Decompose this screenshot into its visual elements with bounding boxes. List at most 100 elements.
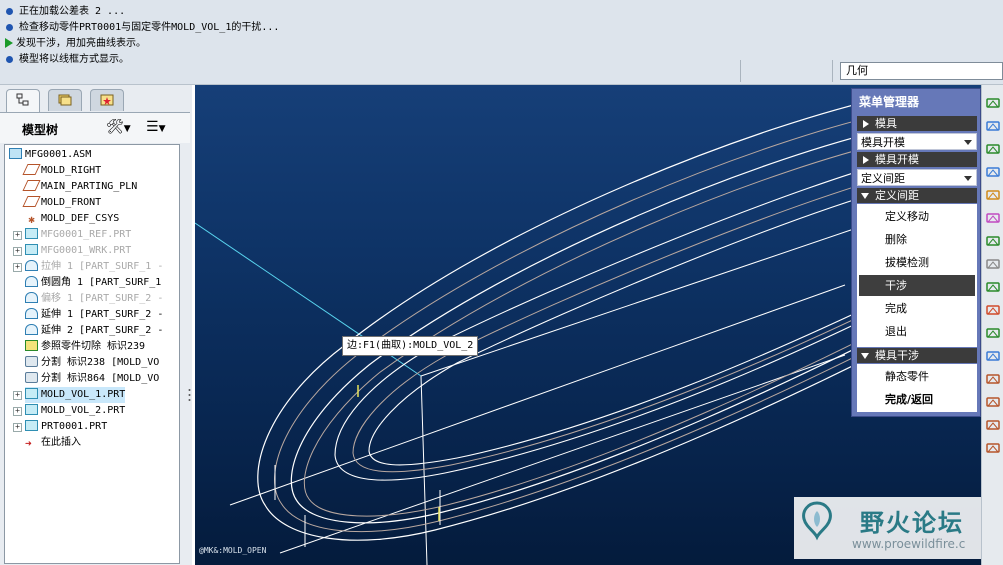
split-volume-icon[interactable] (985, 302, 1001, 318)
tree-node[interactable]: 偏移 1 [PART_SURF_2 - (25, 291, 163, 307)
axis-icon[interactable] (985, 95, 1001, 111)
model-tree-header: 模型树 🛠▼ ☰▼ (0, 112, 190, 143)
menu-header-label: 模具干涉 (875, 349, 919, 362)
caret-down-icon (861, 353, 869, 359)
info-bullet-icon (6, 55, 13, 63)
grip-icon (188, 389, 191, 401)
move-icon[interactable] (985, 256, 1001, 272)
tree-node[interactable]: 延伸 2 [PART_SURF_2 - (25, 323, 163, 339)
part-icon (25, 420, 38, 431)
tree-node-label: MFG0001_WRK.PRT (41, 245, 132, 256)
part-icon (25, 244, 38, 255)
watermark: 野火论坛 www.proewildfire.c (794, 497, 981, 559)
point-icon[interactable] (985, 440, 1001, 456)
expand-icon[interactable]: + (13, 263, 22, 272)
tree-node-label: MFG0001_REF.PRT (41, 229, 132, 240)
expand-icon[interactable]: + (13, 423, 22, 432)
part-icon (25, 404, 38, 415)
datum-plane-icon (22, 196, 41, 207)
tree-node-label: 分割 标识864 [MOLD_VO (41, 373, 160, 384)
coordinate-system-icon: ✱ (28, 213, 35, 226)
sweep-icon[interactable] (985, 187, 1001, 203)
menu-list-mold-interference: 静态零件 完成/返回 (857, 364, 977, 412)
favorites-tab[interactable] (90, 89, 124, 111)
tree-node[interactable]: 倒圆角 1 [PART_SURF_1 (25, 275, 161, 291)
tree-node-label: 在此插入 (41, 437, 81, 448)
menu-item-done-return[interactable]: 完成/返回 (859, 389, 975, 410)
menu-item-delete[interactable]: 删除 (859, 229, 975, 250)
settings-dropdown-button[interactable]: 🛠▼ (106, 119, 131, 135)
tree-node-label: MOLD_DEF_CSYS (41, 213, 120, 224)
tree-icon (16, 93, 29, 106)
curve-icon[interactable] (985, 417, 1001, 433)
menu-item-interference[interactable]: 干涉 (859, 275, 975, 296)
expand-icon[interactable]: + (13, 391, 22, 400)
tree-node[interactable]: + MFG0001_REF.PRT (13, 227, 132, 243)
wave-curve-icon[interactable] (985, 348, 1001, 364)
forum-logo-icon (802, 501, 832, 541)
menu-header-define-step[interactable]: 定义间距 (857, 188, 977, 203)
expand-icon[interactable]: + (13, 247, 22, 256)
tree-node[interactable]: ➜ 在此插入 (25, 435, 81, 451)
assembly-icon (9, 148, 22, 159)
tree-node-label: MOLD_VOL_1.PRT (41, 389, 126, 400)
tree-node[interactable]: MOLD_RIGHT (22, 163, 101, 179)
tree-node[interactable]: 延伸 1 [PART_SURF_2 - (25, 307, 163, 323)
chevron-down-icon: ▼ (123, 124, 131, 134)
selection-filter-input[interactable]: 几何 (840, 62, 1003, 80)
menu-item-done[interactable]: 完成 (859, 298, 975, 319)
datum-axis-icon[interactable] (985, 394, 1001, 410)
shutoff-icon[interactable] (985, 233, 1001, 249)
tree-node[interactable]: 参照零件切除 标识239 (25, 339, 145, 355)
tree-node[interactable]: 分割 标识238 [MOLD_VO (25, 355, 159, 371)
extrude-icon[interactable] (985, 141, 1001, 157)
menu-header-mold[interactable]: 模具 (857, 116, 977, 131)
split-icon (25, 356, 38, 367)
tree-node[interactable]: MAIN_PARTING_PLN (22, 179, 137, 195)
info-bullet-icon (6, 7, 13, 15)
surface-icon (25, 292, 38, 303)
panel-title: 模型树 (22, 123, 59, 137)
menu-dropdown-define-step[interactable]: 定义间距 (857, 169, 977, 186)
datum-plane-icon[interactable] (985, 371, 1001, 387)
menu-header-mold-interference[interactable]: 模具干涉 (857, 348, 977, 363)
menu-item-draft-check[interactable]: 拔模检测 (859, 252, 975, 273)
tree-node[interactable]: + PRT0001.PRT (13, 419, 107, 435)
message-line: 模型将以线框方式显示。 (4, 52, 129, 68)
menu-dropdown-mold-opening[interactable]: 模具开模 (857, 133, 977, 150)
menu-item-static-part[interactable]: 静态零件 (859, 366, 975, 387)
navigator-panel: 模型树 🛠▼ ☰▼ MFG0001.ASM MOLD_RIGHT MAIN_PART… (0, 85, 192, 565)
tree-node[interactable]: + MOLD_VOL_2.PRT (13, 403, 125, 419)
insert-icon[interactable] (985, 325, 1001, 341)
skirt-icon[interactable] (985, 210, 1001, 226)
tree-node[interactable]: MFG0001.ASM (9, 147, 91, 163)
show-dropdown-button[interactable]: ☰▼ (146, 119, 165, 135)
surface-icon (25, 324, 38, 335)
model-tree-tab[interactable] (6, 89, 40, 112)
menu-item-quit[interactable]: 退出 (859, 321, 975, 342)
tree-node-label: 倒圆角 1 [PART_SURF_1 (41, 277, 162, 288)
edge-tooltip: 边:F1(曲取):MOLD_VOL_2 (342, 336, 479, 356)
expand-icon[interactable]: + (13, 231, 22, 240)
tree-node[interactable]: ✱ MOLD_DEF_CSYS (25, 211, 119, 227)
expand-icon[interactable]: + (13, 407, 22, 416)
divider (740, 60, 741, 82)
copy-icon[interactable] (985, 279, 1001, 295)
plane-from-surface-icon[interactable] (985, 118, 1001, 134)
tree-node[interactable]: MOLD_FRONT (22, 195, 101, 211)
menu-item-define-move[interactable]: 定义移动 (859, 206, 975, 227)
info-bullet-icon (6, 23, 13, 31)
message-line: 发现干涉，用加亮曲线表示。 (4, 36, 146, 52)
tree-node[interactable]: + MFG0001_WRK.PRT (13, 243, 132, 259)
list-icon: ☰ (146, 119, 159, 135)
tree-node[interactable]: + MOLD_VOL_1.PRT (13, 387, 126, 403)
panel-splitter[interactable] (188, 385, 191, 405)
tree-node[interactable]: + 拉伸 1 [PART_SURF_1 - (13, 259, 163, 275)
tree-node[interactable]: 分割 标识864 [MOLD_VO (25, 371, 159, 387)
surface-icon (25, 260, 38, 271)
revolve-icon[interactable] (985, 164, 1001, 180)
caret-right-icon (863, 156, 869, 164)
folder-tab[interactable] (48, 89, 82, 111)
surface-icon (25, 276, 38, 287)
menu-header-mold-opening[interactable]: 模具开模 (857, 152, 977, 167)
